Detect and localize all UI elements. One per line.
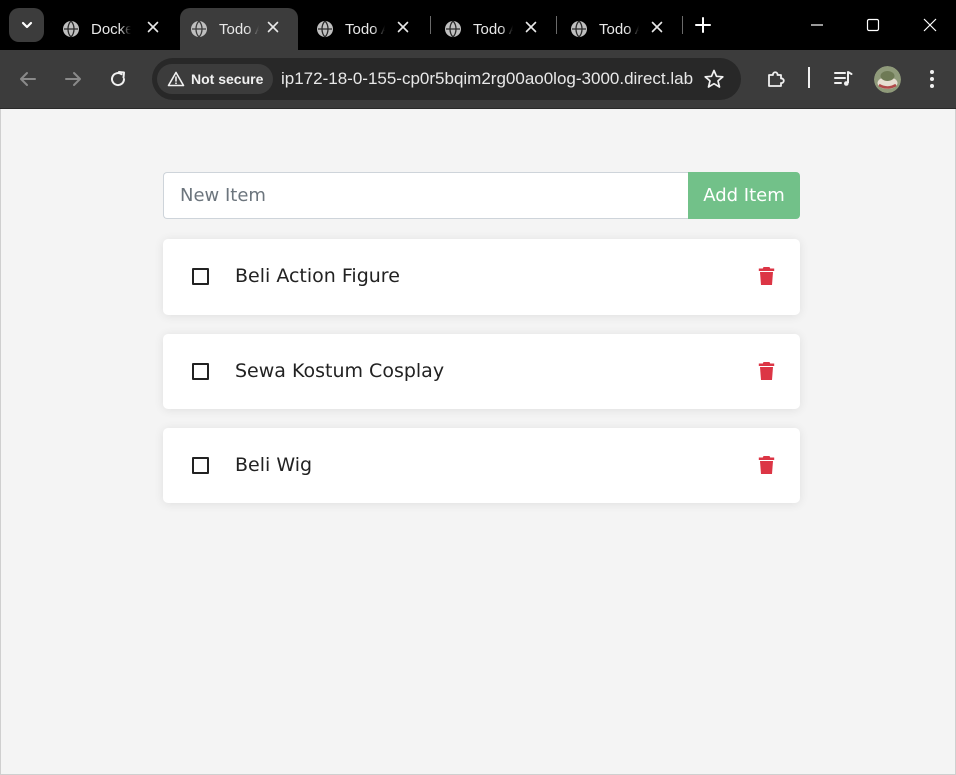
minimize-button[interactable] — [806, 14, 828, 36]
toolbar-divider — [808, 67, 810, 88]
trash-icon[interactable] — [757, 265, 775, 287]
tab-separator — [682, 16, 683, 34]
maximize-button[interactable] — [862, 14, 884, 36]
tab-label: Todo App — [219, 20, 259, 38]
puzzle-icon — [768, 71, 785, 87]
todo-text: Beli Action Figure — [235, 265, 400, 287]
browser-menu-button[interactable] — [920, 67, 944, 91]
security-chip[interactable]: Not secure — [157, 64, 274, 94]
tab-search-button[interactable] — [9, 8, 44, 42]
trash-icon[interactable] — [757, 454, 775, 476]
todo-checkbox[interactable] — [192, 268, 209, 285]
reload-button[interactable] — [106, 67, 130, 91]
todo-text: Sewa Kostum Cosplay — [235, 360, 445, 382]
plus-icon — [695, 17, 711, 33]
tab-separator — [430, 16, 431, 34]
close-icon[interactable] — [648, 18, 666, 36]
media-queue-icon — [834, 71, 853, 86]
reload-icon — [111, 71, 126, 87]
todo-checkbox[interactable] — [192, 363, 209, 380]
tab-separator — [556, 16, 557, 34]
new-tab-button[interactable] — [692, 14, 714, 36]
extensions-button[interactable] — [764, 67, 788, 91]
globe-icon — [191, 20, 207, 38]
arrow-right-icon — [65, 72, 81, 86]
todo-item: Sewa Kostum Cosplay — [163, 334, 800, 409]
close-icon[interactable] — [522, 18, 540, 36]
new-item-input[interactable] — [163, 172, 688, 219]
globe-icon — [63, 20, 79, 38]
tab-label: Todo App — [345, 20, 385, 38]
chevron-down-icon — [21, 21, 32, 29]
address-bar[interactable]: Not secure ip172-18-0-155-cp0r5bqim2rg00… — [152, 58, 741, 100]
todo-item: Beli Wig — [163, 428, 800, 503]
tab-todo-app-active[interactable]: Todo App — [180, 8, 298, 50]
tab-label: Todo App — [599, 20, 639, 38]
close-icon[interactable] — [394, 18, 412, 36]
warning-icon — [167, 71, 185, 87]
tab-todo-app-3[interactable]: Todo App — [434, 8, 556, 50]
star-icon[interactable] — [703, 68, 725, 90]
arrow-left-icon — [20, 72, 36, 86]
tab-todo-app-2[interactable]: Todo App — [306, 8, 428, 50]
todo-list: Beli Action Figure Sewa Kostum Cosplay B… — [163, 239, 800, 522]
tab-docker[interactable]: Docker — [52, 8, 178, 50]
maximize-icon — [866, 18, 880, 32]
todo-checkbox[interactable] — [192, 457, 209, 474]
trash-icon[interactable] — [757, 360, 775, 382]
close-icon[interactable] — [264, 18, 282, 36]
add-item-button[interactable]: Add Item — [688, 172, 800, 219]
browser-tab-strip: Docker Todo App Todo App Todo App Todo A… — [0, 0, 956, 50]
tab-todo-app-4[interactable]: Todo App — [560, 8, 682, 50]
back-button[interactable] — [16, 67, 40, 91]
media-control-button[interactable] — [831, 67, 855, 91]
tab-label: Docker — [91, 20, 131, 38]
globe-icon — [571, 20, 587, 38]
security-chip-label: Not secure — [191, 71, 264, 87]
avatar-image — [874, 66, 901, 93]
globe-icon — [445, 20, 461, 38]
browser-toolbar: Not secure ip172-18-0-155-cp0r5bqim2rg00… — [0, 50, 956, 109]
close-icon[interactable] — [144, 18, 162, 36]
minimize-icon — [811, 24, 823, 26]
todo-text: Beli Wig — [235, 454, 313, 476]
globe-icon — [317, 20, 333, 38]
close-window-button[interactable] — [919, 14, 941, 36]
profile-avatar[interactable] — [874, 66, 901, 93]
kebab-menu-icon — [930, 70, 934, 88]
page-content: Add Item Beli Action Figure Sewa Kostum … — [0, 109, 956, 775]
close-icon — [923, 18, 937, 32]
todo-item: Beli Action Figure — [163, 239, 800, 315]
tab-label: Todo App — [473, 20, 513, 38]
add-item-form: Add Item — [163, 172, 800, 219]
url-text[interactable]: ip172-18-0-155-cp0r5bqim2rg00ao0log-3000… — [281, 69, 693, 89]
forward-button[interactable] — [61, 67, 85, 91]
